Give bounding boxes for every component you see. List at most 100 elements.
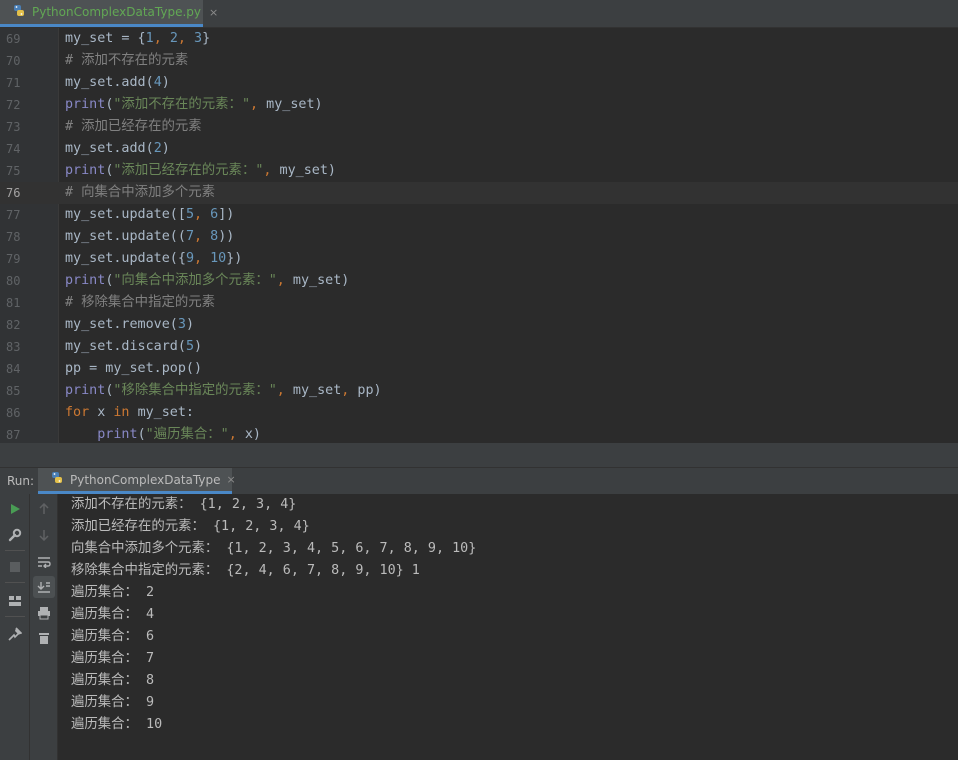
code-line[interactable]: 72 print("添加不存在的元素：", my_set) [0,94,958,116]
code-line[interactable]: 83 my_set.discard(5) [0,336,958,358]
code-text: my_set.discard(5) [65,336,202,358]
pin-icon[interactable] [4,623,26,645]
line-number: 73 [6,120,21,134]
code-token: 1 [145,31,154,46]
code-line[interactable]: 74 my_set.add(2) [0,138,958,160]
code-token: , [177,31,194,46]
code-token: , [228,427,245,442]
code-line[interactable]: 81 # 移除集合中指定的元素 [0,292,958,314]
console-line: 移除集合中指定的元素： {2, 4, 6, 7, 8, 9, 10} 1 [71,563,420,578]
line-number: 87 [6,428,21,442]
code-line[interactable]: 82 my_set.remove(3) [0,314,958,336]
code-token: , [263,163,280,178]
close-icon[interactable]: × [209,6,218,19]
console-line: 向集合中添加多个元素： {1, 2, 3, 4, 5, 6, 7, 8, 9, … [71,541,477,556]
arrow-down-icon[interactable] [33,524,55,546]
code-token: my_set.update({ [65,251,186,266]
console-line: 遍历集合： 9 [71,695,155,710]
code-line[interactable]: 77 my_set.update([5, 6]) [0,204,958,226]
code-editor[interactable]: 69 my_set = {1, 2, 3} 70 # 添加不存在的元素 71 my_set… [0,28,958,443]
code-text: for x in my_set: [65,402,194,424]
stop-icon[interactable] [4,556,26,578]
code-line[interactable]: 75 print("添加已经存在的元素：", my_set) [0,160,958,182]
run-toolbar-secondary [30,494,58,760]
line-number: 76 [6,186,21,200]
code-token: my_set) [279,163,336,178]
line-number: 75 [6,164,21,178]
code-text: print("添加已经存在的元素：", my_set) [65,160,336,182]
soft-wrap-icon[interactable] [33,551,55,573]
code-line[interactable]: 71 my_set.add(4) [0,72,958,94]
code-token: "向集合中添加多个元素：" [113,273,277,288]
code-token: ( [137,427,146,442]
code-token: 6 [210,207,219,222]
code-token: , [276,273,293,288]
code-line[interactable]: 85 print("移除集合中指定的元素：", my_set, pp) [0,380,958,402]
print-icon[interactable] [33,602,55,624]
code-token: print [65,163,106,178]
close-icon[interactable]: × [226,473,235,486]
toolbar-divider [5,616,25,617]
code-token: my_set: [137,405,194,420]
line-number: 82 [6,318,21,332]
console-line: 遍历集合： 4 [71,607,155,622]
code-line[interactable]: 69 my_set = {1, 2, 3} [0,28,958,50]
trash-icon[interactable] [33,627,55,649]
code-token: , [194,207,211,222]
code-line[interactable]: 80 print("向集合中添加多个元素：", my_set) [0,270,958,292]
code-token: ) [194,339,203,354]
code-text: my_set.add(4) [65,72,170,94]
run-tab-label: PythonComplexDataType [70,472,221,487]
code-token: ) [161,141,170,156]
code-token: my_set = { [65,31,146,46]
code-line[interactable]: 76 # 向集合中添加多个元素 [0,182,958,204]
run-config-tab[interactable]: PythonComplexDataType × [38,468,236,494]
code-token: my_set.update([ [65,207,186,222]
editor-tab[interactable]: PythonComplexDataType.py × [0,0,218,27]
code-token: my_set.discard( [65,339,186,354]
line-number: 72 [6,98,21,112]
code-text: # 添加不存在的元素 [65,50,188,72]
line-number: 80 [6,274,21,288]
code-token: 9 [185,251,194,266]
code-token: x) [244,427,261,442]
arrow-up-icon[interactable] [33,498,55,520]
line-number: 84 [6,362,21,376]
code-line[interactable]: 86 for x in my_set: [0,402,958,424]
run-panel: 添加不存在的元素： {1, 2, 3, 4} 添加已经存在的元素： {1, 2, … [0,494,958,760]
code-text: my_set.update([5, 6]) [65,204,234,226]
toolbar-divider [5,550,25,551]
code-text: # 添加已经存在的元素 [65,116,202,138]
code-line[interactable]: 78 my_set.update((7, 8)) [0,226,958,248]
console-line: 添加已经存在的元素： {1, 2, 3, 4} [71,519,310,534]
layout-icon[interactable] [4,590,26,612]
code-text: my_set.add(2) [65,138,170,160]
code-token: ) [161,75,170,90]
line-number: 85 [6,384,21,398]
code-text: # 向集合中添加多个元素 [65,182,215,204]
panel-splitter[interactable] [0,443,958,467]
code-token: "移除集合中指定的元素：" [113,383,277,398]
code-token: , [341,383,358,398]
code-token: pp = my_set.pop() [65,361,203,376]
rerun-icon[interactable] [4,498,26,520]
run-label: Run: [7,474,35,488]
editor-tab-bar: PythonComplexDataType.py × [0,0,958,28]
code-token: 5 [185,207,194,222]
code-line[interactable]: 73 # 添加已经存在的元素 [0,116,958,138]
code-token: x [97,405,114,420]
code-token: my_set.remove( [65,317,178,332]
wrench-icon[interactable] [4,524,26,546]
code-line[interactable]: 79 my_set.update({9, 10}) [0,248,958,270]
code-line[interactable]: 87 print("遍历集合：", x) [0,424,958,443]
console-output[interactable]: 添加不存在的元素： {1, 2, 3, 4} 添加已经存在的元素： {1, 2, … [71,494,476,736]
line-number: 79 [6,252,21,266]
scroll-to-end-icon[interactable] [33,576,55,598]
code-line[interactable]: 84 pp = my_set.pop() [0,358,958,380]
code-token: 10 [210,251,227,266]
code-line[interactable]: 70 # 添加不存在的元素 [0,50,958,72]
code-token: }) [226,251,243,266]
code-token: , [276,383,293,398]
code-token: my_set) [292,273,350,288]
